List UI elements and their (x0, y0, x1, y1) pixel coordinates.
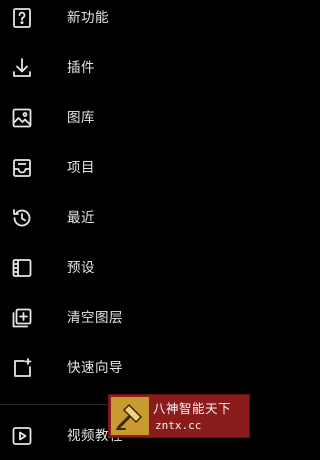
menu-item-plugins[interactable]: 插件 (0, 44, 250, 92)
download-icon (10, 56, 34, 80)
menu-item-quick-guide[interactable]: 快速向导 (0, 344, 250, 392)
menu-item-label: 图库 (67, 110, 95, 126)
menu-item-label: 清空图层 (67, 310, 123, 326)
new-features-icon (10, 6, 34, 30)
watermark-logo (111, 397, 149, 435)
inbox-icon (10, 156, 34, 180)
menu-item-new-features[interactable]: 新功能 (0, 0, 250, 42)
play-icon (10, 424, 34, 448)
menu-item-label: 项目 (67, 160, 95, 176)
history-icon (10, 206, 34, 230)
menu-item-gallery[interactable]: 图库 (0, 94, 250, 142)
image-icon (10, 106, 34, 130)
menu-item-recent[interactable]: 最近 (0, 194, 250, 242)
watermark-url: zntx.cc (155, 419, 202, 432)
quick-guide-icon (10, 356, 34, 380)
watermark-banner: 八神智能天下 zntx.cc (108, 394, 250, 438)
menu-item-label: 快速向导 (67, 360, 123, 376)
add-box-icon (10, 306, 34, 330)
side-menu: 新功能 插件 图库 项目 最近 预设 清空图层 快速向导 视频教程 (0, 0, 250, 446)
menu-item-label: 新功能 (67, 10, 109, 26)
menu-item-label: 最近 (67, 210, 95, 226)
menu-item-clear-layers[interactable]: 清空图层 (0, 294, 250, 342)
menu-item-label: 预设 (67, 260, 95, 276)
film-icon (10, 256, 34, 280)
menu-item-projects[interactable]: 项目 (0, 144, 250, 192)
menu-item-label: 插件 (67, 60, 95, 76)
menu-item-presets[interactable]: 预设 (0, 244, 250, 292)
watermark-title: 八神智能天下 (153, 401, 232, 416)
